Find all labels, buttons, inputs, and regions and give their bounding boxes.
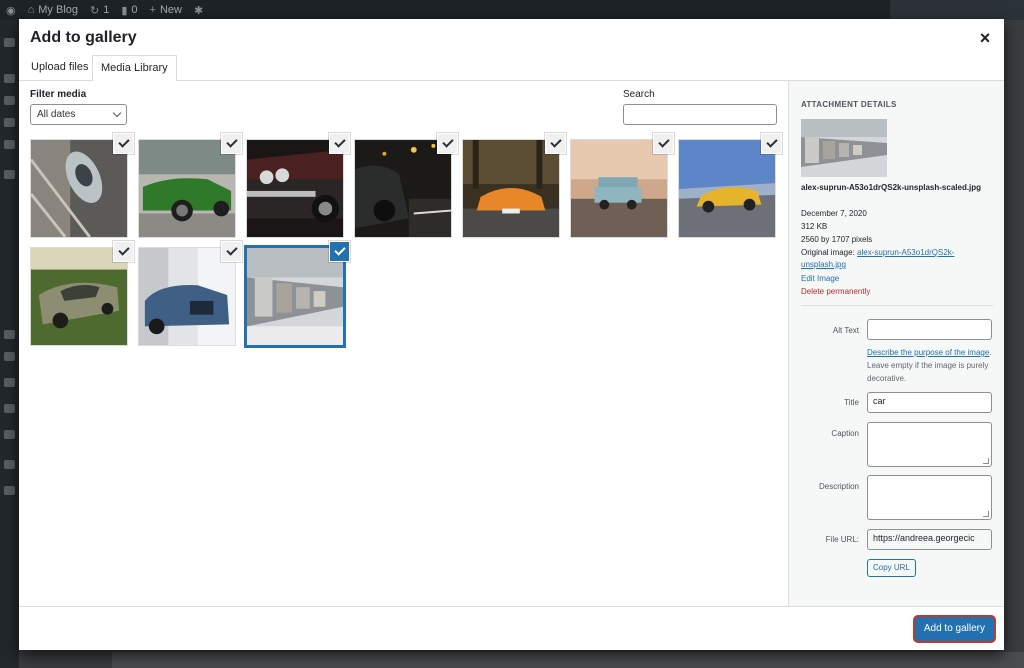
checkmark-icon[interactable] (762, 134, 781, 153)
attachment-filename: alex-suprun-A53o1drQS2k-unsplash-scaled.… (801, 183, 982, 192)
file-url-input[interactable]: https://andreea.georgecic (867, 529, 992, 550)
caption-textarea[interactable] (867, 422, 992, 467)
attachment-dimensions: 2560 by 1707 pixels (801, 235, 873, 244)
caption-label: Caption (831, 429, 859, 438)
attachment-thumbnail[interactable] (678, 139, 776, 238)
plus-icon: + (149, 4, 156, 16)
attachment-details-heading: Attachment Details (801, 100, 897, 109)
car-photo-image (139, 248, 235, 345)
car-photo-image (247, 140, 343, 237)
media-icon[interactable] (4, 96, 15, 105)
pin-icon[interactable] (4, 74, 15, 83)
checkmark-icon[interactable] (330, 134, 349, 153)
checkmark-icon[interactable] (330, 242, 349, 261)
car-photo-image (679, 140, 775, 237)
media-modal: Add to gallery × Upload files Media Libr… (19, 19, 1004, 650)
alt-text-label: Alt Text (832, 326, 859, 335)
background-page (112, 652, 1024, 668)
resize-handle-icon[interactable] (983, 511, 989, 517)
new-content-link[interactable]: + New (150, 4, 182, 16)
wordpress-logo-icon[interactable]: ◉ (6, 4, 16, 17)
close-icon[interactable]: × (976, 29, 994, 47)
attachment-thumbnail[interactable] (462, 139, 560, 238)
title-label: Title (844, 398, 859, 407)
attachment-details-sidebar: Attachment Details alex-suprun-A53o1drQS… (788, 81, 1004, 606)
attachment-thumbnail[interactable] (570, 139, 668, 238)
car-photo-image (31, 248, 127, 345)
comments-icon[interactable] (4, 140, 15, 149)
updates-link[interactable]: ↻ 1 (90, 4, 109, 17)
comments-link[interactable]: ▮ 0 (121, 4, 137, 17)
car-photo-image (247, 248, 343, 345)
checkmark-icon[interactable] (222, 242, 241, 261)
refresh-icon: ↻ (90, 4, 100, 17)
settings-icon[interactable] (4, 430, 15, 439)
tab-upload-files[interactable]: Upload files (23, 55, 96, 82)
alt-text-help: Describe the purpose of the image. Leave… (867, 346, 993, 385)
users-icon[interactable] (4, 352, 15, 361)
modal-toolbar: Add to gallery (19, 606, 1004, 650)
car-photo-image (463, 140, 559, 237)
search-label: Search (623, 89, 655, 100)
add-to-gallery-button[interactable]: Add to gallery (914, 617, 994, 641)
plugin-icon[interactable]: ✱ (194, 4, 203, 17)
alt-text-help-link[interactable]: Describe the purpose of the image (867, 348, 989, 357)
edit-image-link[interactable]: Edit Image (801, 273, 839, 285)
site-name-link[interactable]: ⌂ My Blog (28, 4, 78, 16)
search-input[interactable] (623, 104, 777, 125)
plugin-menu-icon[interactable] (4, 460, 15, 469)
attachment-filesize: 312 KB (801, 222, 828, 231)
checkmark-icon[interactable] (222, 134, 241, 153)
admin-menu (0, 20, 19, 668)
file-url-label: File URL: (825, 535, 859, 544)
original-image-label: Original image: (801, 248, 855, 257)
car-photo-image (31, 140, 127, 237)
description-label: Description (818, 482, 859, 491)
media-browser: Filter media All dates Search (19, 81, 788, 606)
admin-bar: ◉ ⌂ My Blog ↻ 1 ▮ 0 + New ✱ (0, 0, 1024, 20)
comment-icon: ▮ (121, 4, 128, 17)
plugins-icon[interactable] (4, 330, 15, 339)
dashboard-icon[interactable] (4, 38, 15, 47)
checkmark-icon[interactable] (114, 134, 133, 153)
delete-permanently-link[interactable]: Delete permanently (801, 286, 870, 298)
checkmark-icon[interactable] (654, 134, 673, 153)
copy-url-button[interactable]: Copy URL (867, 559, 916, 577)
attachment-preview (801, 119, 887, 177)
checkmark-icon[interactable] (546, 134, 565, 153)
collapse-icon[interactable] (4, 486, 15, 495)
title-input[interactable]: car (867, 392, 992, 413)
filter-media-label: Filter media (30, 89, 87, 100)
attachment-thumbnail[interactable] (30, 139, 128, 238)
home-icon: ⌂ (27, 4, 35, 16)
attachment-thumbnail[interactable] (30, 247, 128, 346)
resize-handle-icon[interactable] (983, 458, 989, 464)
router-tabs: Upload files Media Library (19, 55, 1004, 82)
pages-icon[interactable] (4, 118, 15, 127)
car-photo-image (571, 140, 667, 237)
account-area[interactable] (890, 0, 1024, 20)
description-textarea[interactable] (867, 475, 992, 520)
date-filter-value: All dates (37, 109, 76, 120)
appearance-icon[interactable] (4, 170, 15, 179)
attachment-date: December 7, 2020 (801, 209, 867, 218)
alt-text-input[interactable] (867, 319, 992, 340)
checkmark-icon[interactable] (114, 242, 133, 261)
tab-media-library[interactable]: Media Library (92, 55, 177, 82)
car-photo-image (139, 140, 235, 237)
attachment-thumbnail[interactable] (246, 139, 344, 238)
divider (801, 305, 993, 306)
chevron-down-icon (112, 108, 122, 118)
car-photo-image (801, 119, 887, 177)
car-photo-image (355, 140, 451, 237)
attachment-thumbnail[interactable] (138, 247, 236, 346)
attachment-thumbnail[interactable] (138, 139, 236, 238)
tools-icon[interactable] (4, 404, 15, 413)
original-image-line: Original image: alex-suprun-A53o1drQS2k-… (801, 247, 991, 271)
date-filter-select[interactable]: All dates (30, 104, 127, 125)
attachment-thumbnail[interactable] (354, 139, 452, 238)
user-icon[interactable] (4, 378, 15, 387)
modal-title: Add to gallery (30, 29, 137, 46)
checkmark-icon[interactable] (438, 134, 457, 153)
